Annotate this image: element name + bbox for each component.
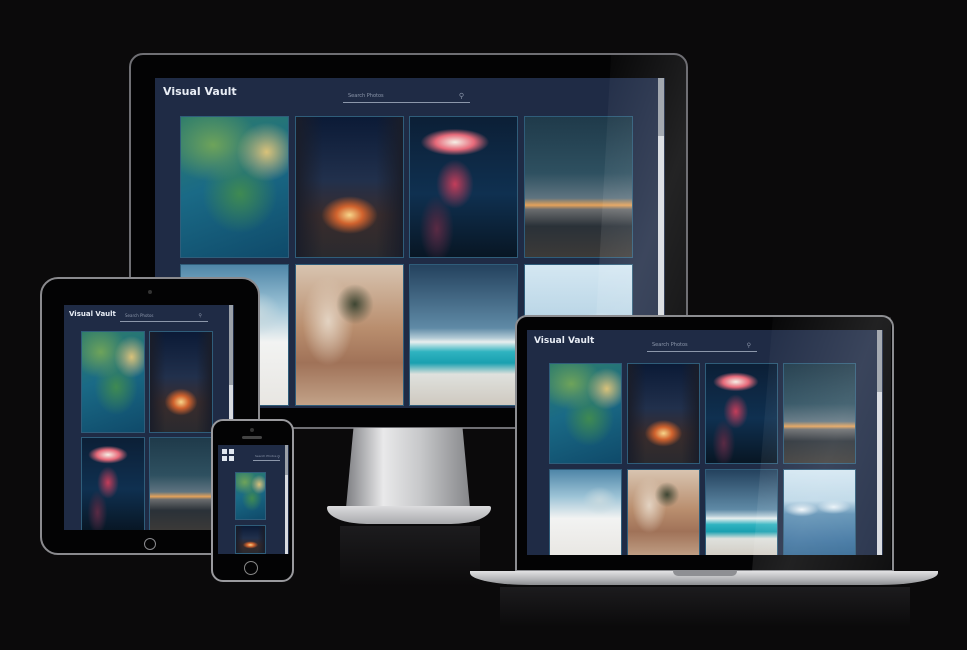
search-icon[interactable]: ⚲ bbox=[198, 313, 202, 319]
photo-tile[interactable] bbox=[149, 437, 213, 530]
photo-tile[interactable] bbox=[295, 116, 404, 258]
site-logo[interactable]: Visual Vault bbox=[69, 310, 116, 318]
photo-tile[interactable] bbox=[627, 469, 700, 555]
search-icon[interactable]: ⚲ bbox=[747, 342, 751, 349]
search-input[interactable]: Search Photos ⚲ bbox=[253, 453, 280, 461]
photo-tile[interactable] bbox=[627, 363, 700, 464]
tablet-camera bbox=[148, 290, 152, 294]
tablet-home-button bbox=[144, 538, 156, 550]
photo-tile[interactable] bbox=[409, 264, 518, 406]
photo-tile[interactable] bbox=[295, 264, 404, 406]
search-placeholder: Search Photos bbox=[125, 313, 154, 318]
photo-tile[interactable] bbox=[180, 116, 289, 258]
search-input[interactable]: Search Photos ⚲ bbox=[647, 337, 757, 352]
photo-tile[interactable] bbox=[409, 116, 518, 258]
phone-screen: Search Photos ⚲ bbox=[218, 445, 289, 554]
monitor-base bbox=[327, 506, 491, 524]
laptop-notch bbox=[673, 571, 737, 576]
search-placeholder: Search Photos bbox=[652, 342, 688, 348]
search-icon[interactable]: ⚲ bbox=[459, 92, 464, 100]
site-logo[interactable]: Visual Vault bbox=[534, 336, 594, 346]
scrollbar[interactable] bbox=[285, 445, 288, 554]
search-input[interactable]: Search Photos ⚲ bbox=[343, 87, 470, 103]
photo-tile[interactable] bbox=[549, 469, 622, 555]
screen-reflection bbox=[752, 317, 891, 571]
menu-icon[interactable] bbox=[222, 449, 234, 461]
photo-tile[interactable] bbox=[549, 363, 622, 464]
phone-home-button bbox=[244, 561, 258, 575]
floor-reflection bbox=[500, 587, 910, 627]
search-input[interactable]: Search Photos ⚲ bbox=[120, 311, 208, 322]
search-placeholder: Search Photos bbox=[255, 454, 277, 458]
floor-reflection bbox=[340, 526, 480, 586]
photo-tile[interactable] bbox=[235, 472, 266, 520]
photo-tile[interactable] bbox=[149, 331, 213, 433]
tablet-screen: Visual Vault Search Photos ⚲ bbox=[64, 305, 234, 530]
phone-camera bbox=[250, 428, 254, 432]
scrollbar-thumb[interactable] bbox=[285, 445, 288, 475]
scrollbar-thumb[interactable] bbox=[229, 305, 233, 385]
photo-tile[interactable] bbox=[81, 437, 145, 530]
search-icon[interactable]: ⚲ bbox=[277, 454, 280, 459]
photo-tile[interactable] bbox=[235, 525, 266, 554]
site-logo[interactable]: Visual Vault bbox=[163, 85, 237, 98]
search-placeholder: Search Photos bbox=[348, 93, 384, 99]
monitor-stand bbox=[346, 428, 470, 508]
photo-tile[interactable] bbox=[81, 331, 145, 433]
phone-speaker bbox=[242, 436, 262, 439]
